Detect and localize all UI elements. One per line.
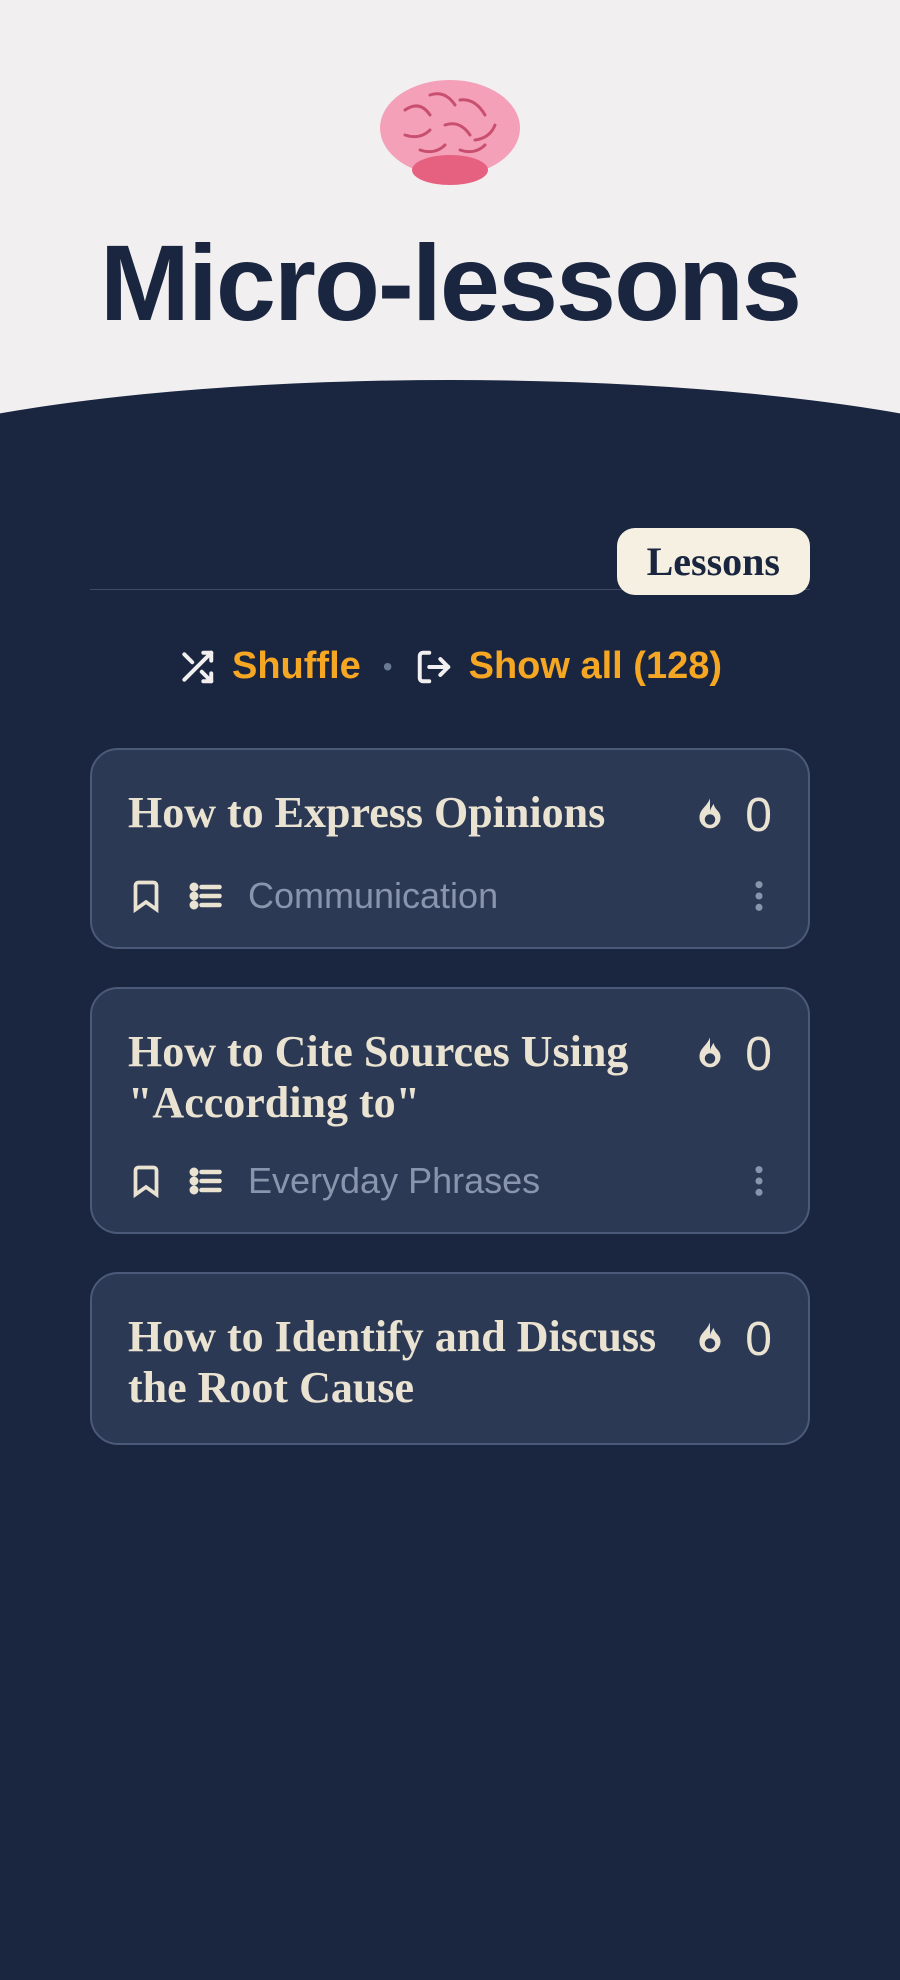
lesson-category: Everyday Phrases — [248, 1160, 540, 1202]
lesson-category: Communication — [248, 875, 498, 917]
lesson-title: How to Express Opinions — [128, 788, 669, 839]
lesson-title: How to Cite Sources Using "According to" — [128, 1027, 669, 1128]
more-icon[interactable] — [746, 1156, 772, 1206]
showall-button[interactable]: Show all (128) — [415, 645, 722, 688]
shuffle-button[interactable]: Shuffle — [178, 645, 361, 688]
exit-icon — [415, 648, 453, 686]
streak-count: 0 — [745, 1027, 772, 1082]
page-title: Micro-lessons — [0, 220, 900, 345]
fire-icon — [689, 1034, 731, 1076]
streak-badge: 0 — [689, 1027, 772, 1082]
shuffle-icon — [178, 648, 216, 686]
bookmark-icon[interactable] — [128, 1163, 164, 1199]
list-icon[interactable] — [188, 878, 224, 914]
lesson-card[interactable]: How to Identify and Discuss the Root Cau… — [90, 1272, 810, 1445]
lesson-card[interactable]: How to Express Opinions 0 Communication — [90, 748, 810, 949]
fire-icon — [689, 795, 731, 837]
lesson-title: How to Identify and Discuss the Root Cau… — [128, 1312, 669, 1413]
bookmark-icon[interactable] — [128, 878, 164, 914]
brain-icon — [375, 70, 525, 190]
streak-badge: 0 — [689, 788, 772, 843]
lesson-card[interactable]: How to Cite Sources Using "According to"… — [90, 987, 810, 1234]
tab-lessons[interactable]: Lessons — [617, 528, 810, 595]
streak-badge: 0 — [689, 1312, 772, 1367]
more-icon[interactable] — [746, 871, 772, 921]
list-icon[interactable] — [188, 1163, 224, 1199]
separator-dot: • — [383, 651, 393, 683]
streak-count: 0 — [745, 788, 772, 843]
showall-label: Show all (128) — [469, 645, 722, 688]
streak-count: 0 — [745, 1312, 772, 1367]
shuffle-label: Shuffle — [232, 645, 361, 688]
tabs-bar: Lessons — [90, 520, 810, 590]
fire-icon — [689, 1319, 731, 1361]
